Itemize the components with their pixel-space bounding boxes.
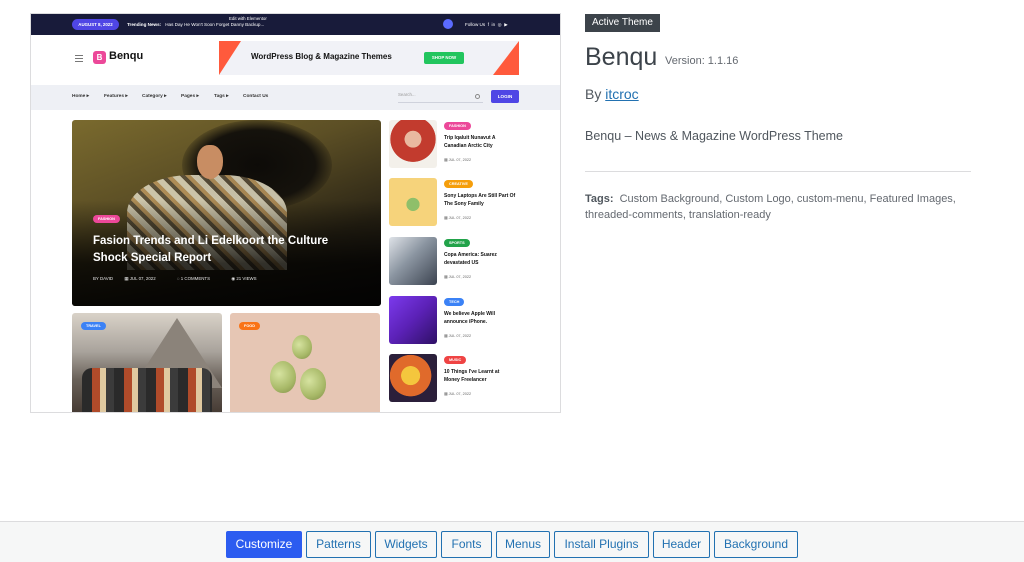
install-plugins-button[interactable]: Install Plugins bbox=[554, 531, 649, 558]
tags-list: Custom Background, Custom Logo, custom-m… bbox=[585, 193, 956, 221]
elementor-text: Edit with Elementor bbox=[229, 16, 267, 21]
preview-site-name: Benqu bbox=[109, 50, 144, 62]
theme-actions-bar: Customize Patterns Widgets Fonts Menus I… bbox=[0, 521, 1024, 562]
logo-icon: B bbox=[93, 51, 106, 64]
background-button[interactable]: Background bbox=[714, 531, 798, 558]
patterns-button[interactable]: Patterns bbox=[306, 531, 371, 558]
theme-details-page: AUGUST 8, 2022 Trending News: Has Day He … bbox=[0, 0, 1024, 562]
banner-button: SHOP NOW bbox=[424, 52, 464, 64]
side-post: CREATIVE Sony Laptops Are Still Part Of … bbox=[389, 178, 559, 230]
follow-us: Follow Us f in ◎ ▶ bbox=[465, 22, 508, 27]
customize-button[interactable]: Customize bbox=[226, 531, 302, 558]
trending-label: Trending News: bbox=[127, 22, 162, 27]
pear-image bbox=[270, 361, 296, 393]
preview-search: Search... bbox=[398, 92, 483, 103]
theme-tags: Tags: Custom Background, Custom Logo, cu… bbox=[585, 191, 975, 223]
side-post: SPORTS Copa America: Suarez devastated U… bbox=[389, 237, 559, 289]
preview-date: AUGUST 8, 2022 bbox=[72, 19, 119, 30]
tags-label: Tags: bbox=[585, 193, 614, 205]
preview-header: B Benqu WordPress Blog & Magazine Themes… bbox=[31, 35, 560, 85]
trending-text: Has Day He Won't Soon Forget Danny Backu… bbox=[165, 22, 265, 27]
preview-nav-item: Features ▸ bbox=[104, 94, 128, 99]
header-button[interactable]: Header bbox=[653, 531, 710, 558]
side-post: TECH We believe Apple Will announce iPho… bbox=[389, 296, 559, 348]
fonts-button[interactable]: Fonts bbox=[441, 531, 492, 558]
preview-nav-item: Contact Us bbox=[243, 94, 269, 99]
hero-meta: BY DAVID ▦ JUL 07, 2022 ◌ 1 COMMENTS ◉ 2… bbox=[93, 276, 257, 281]
preview-nav-item: Tags ▸ bbox=[214, 94, 229, 99]
pear-image bbox=[300, 368, 326, 400]
search-icon bbox=[475, 94, 480, 99]
user-icon bbox=[443, 19, 453, 29]
divider bbox=[585, 171, 971, 172]
widgets-button[interactable]: Widgets bbox=[375, 531, 437, 558]
preview-travel-card: TRAVEL bbox=[72, 313, 222, 412]
preview-topbar: AUGUST 8, 2022 Trending News: Has Day He … bbox=[31, 14, 560, 35]
hero-title: Fasion Trends and Li Edelkoort the Cultu… bbox=[93, 235, 329, 264]
theme-name: Benqu bbox=[585, 43, 658, 71]
author-link[interactable]: itcroc bbox=[605, 86, 638, 102]
preview-nav-item: Pages ▸ bbox=[181, 94, 199, 99]
card-category: FOOD bbox=[239, 322, 260, 330]
author-prefix: By bbox=[585, 86, 602, 102]
theme-description: Benqu – News & Magazine WordPress Theme bbox=[585, 129, 843, 143]
preview-banner: WordPress Blog & Magazine Themes SHOP NO… bbox=[219, 41, 519, 75]
preview-trending: Trending News: Has Day He Won't Soon Forg… bbox=[127, 22, 264, 27]
follow-us-label: Follow Us bbox=[465, 22, 486, 27]
card-category: TRAVEL bbox=[81, 322, 106, 330]
hero-category: FASHION bbox=[93, 215, 120, 223]
active-theme-badge: Active Theme bbox=[585, 14, 660, 32]
side-post: FASHION Trip Iqaluit Nunavut A Canadian … bbox=[389, 120, 559, 172]
menu-icon bbox=[75, 55, 83, 62]
theme-author: By itcroc bbox=[585, 86, 639, 102]
theme-screenshot[interactable]: AUGUST 8, 2022 Trending News: Has Day He … bbox=[30, 13, 561, 413]
theme-version: Version: 1.1.16 bbox=[665, 55, 739, 67]
preview-food-card: FOOD bbox=[230, 313, 380, 412]
menus-button[interactable]: Menus bbox=[496, 531, 550, 558]
preview-login: LOGIN bbox=[491, 90, 519, 103]
preview-nav-item: Home ▸ bbox=[72, 94, 90, 99]
preview-hero-post: FASHION Fasion Trends and Li Edelkoort t… bbox=[72, 120, 381, 306]
side-post: MUSIC 10 Things I've Learnt at Money Fre… bbox=[389, 354, 559, 406]
preview-nav-item: Category ▸ bbox=[142, 94, 167, 99]
preview-nav: Home ▸ Features ▸ Category ▸ Pages ▸ Tag… bbox=[31, 85, 560, 110]
banner-text: WordPress Blog & Magazine Themes bbox=[251, 52, 392, 61]
pear-image bbox=[292, 335, 312, 359]
